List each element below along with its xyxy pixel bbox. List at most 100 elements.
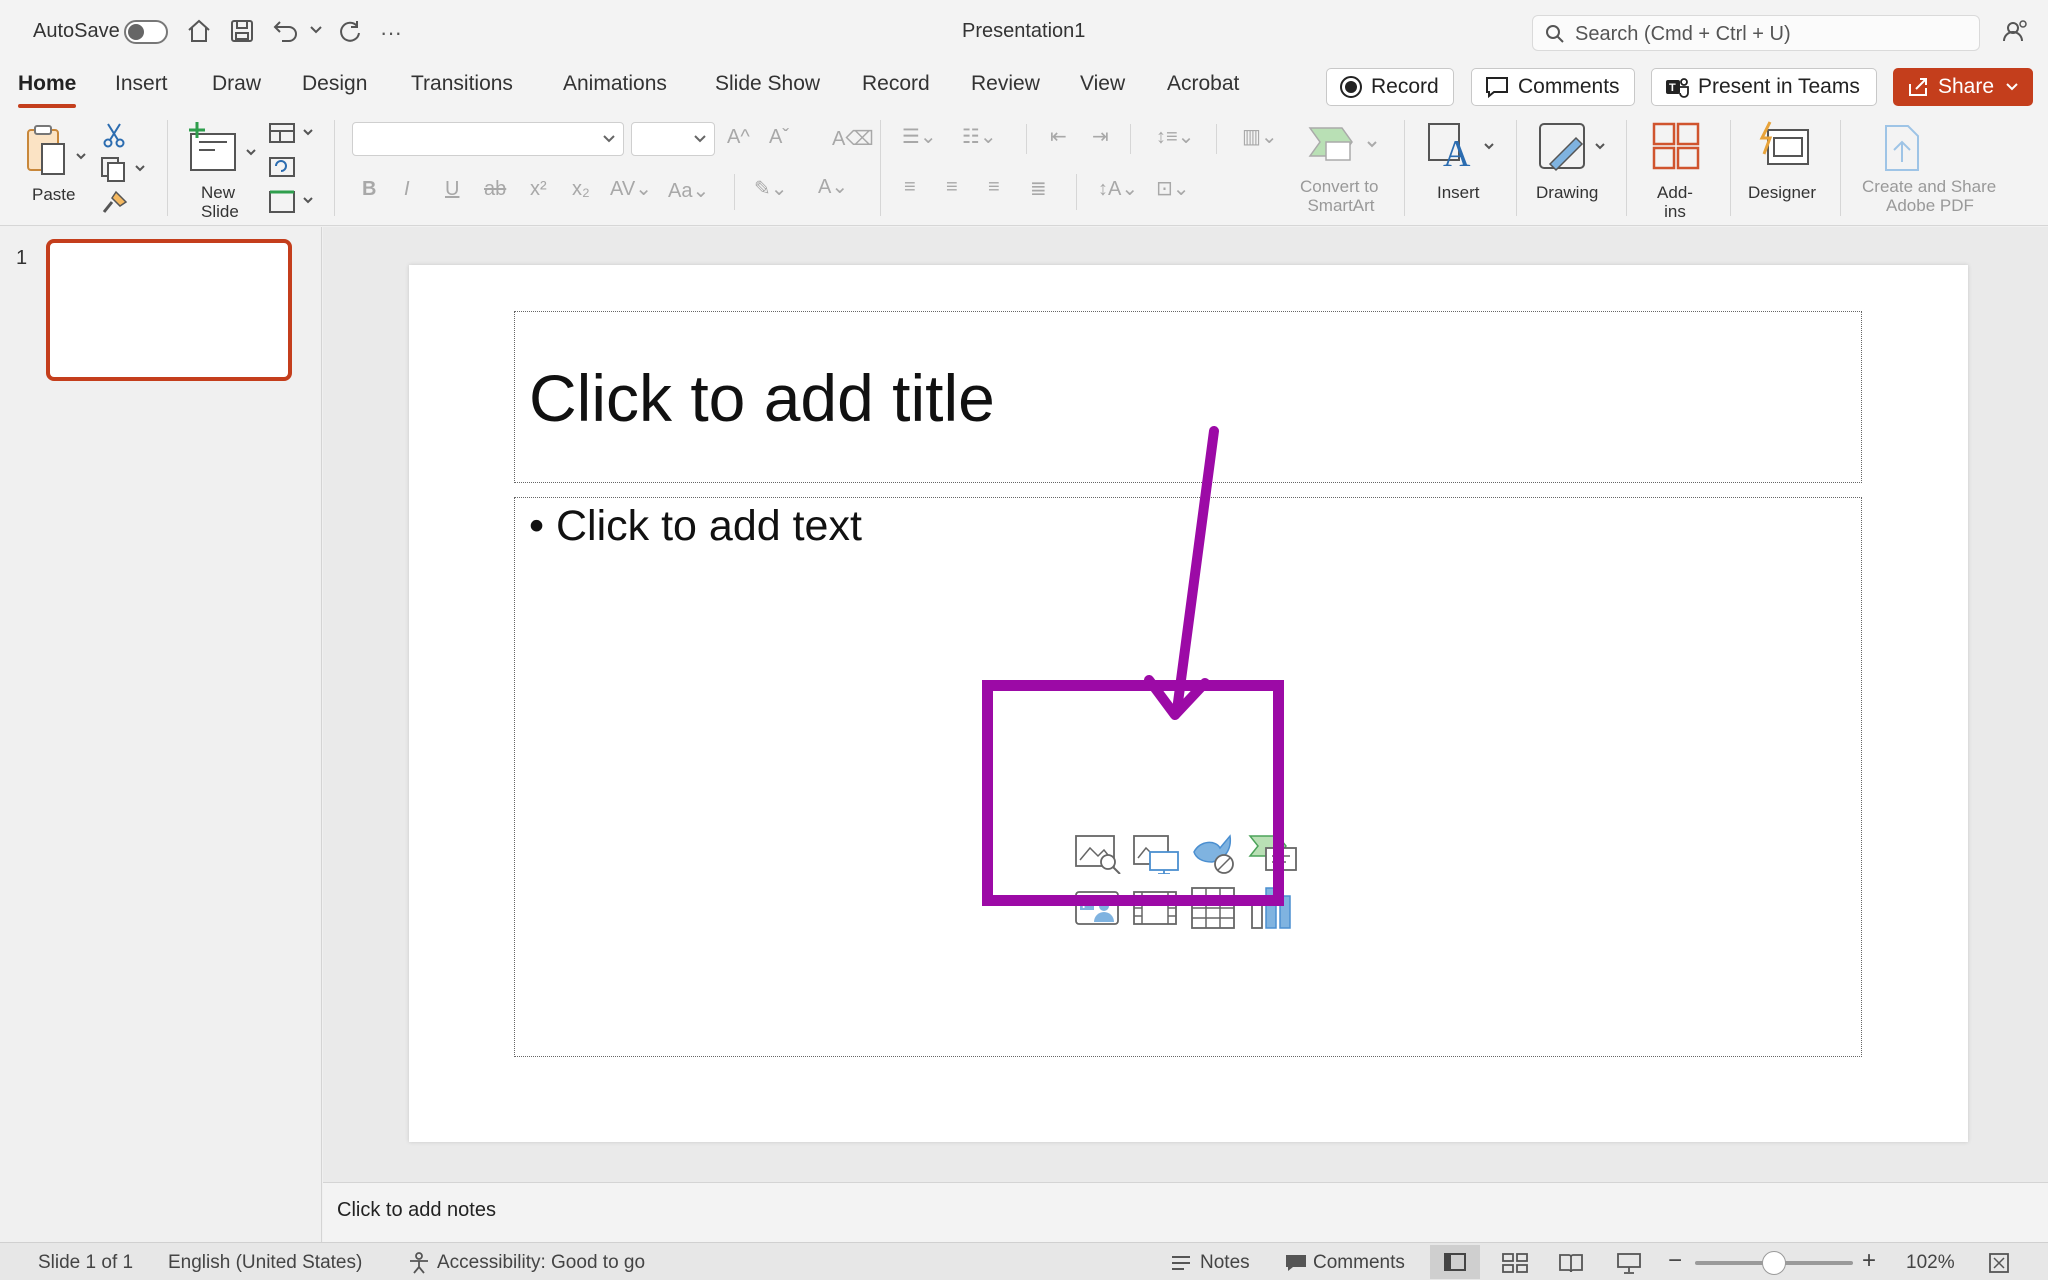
- undo-icon[interactable]: [272, 18, 300, 44]
- convert-to-smartart-button[interactable]: [1306, 124, 1380, 164]
- share-button[interactable]: Share: [1893, 68, 2033, 106]
- tab-animations[interactable]: Animations: [563, 72, 667, 96]
- zoom-level[interactable]: 102%: [1906, 1252, 1955, 1274]
- teams-icon: T: [1666, 78, 1689, 98]
- insert-button[interactable]: A Insert: [1425, 120, 1497, 202]
- fit-to-window-icon[interactable]: [1988, 1252, 2010, 1274]
- new-slide-icon: [189, 122, 256, 171]
- font-size-chevron-icon: [694, 135, 706, 143]
- tab-acrobat[interactable]: Acrobat: [1167, 72, 1239, 96]
- smartart-icon: [1308, 127, 1377, 161]
- autosave-toggle[interactable]: [124, 20, 168, 44]
- designer-button[interactable]: Designer: [1748, 120, 1816, 202]
- underline-icon[interactable]: U: [445, 178, 459, 201]
- notes-placeholder: Click to add notes: [337, 1199, 496, 1221]
- tab-view[interactable]: View: [1080, 72, 1125, 96]
- language-status[interactable]: English (United States): [168, 1252, 362, 1274]
- title-placeholder-text: Click to add title: [529, 361, 995, 435]
- insert-label: Insert: [1437, 183, 1480, 202]
- new-slide-label-line-2: Slide: [201, 202, 239, 221]
- more-options-icon[interactable]: ···: [380, 20, 402, 46]
- normal-view-button[interactable]: [1430, 1245, 1480, 1279]
- add-ins-button[interactable]: Add-ins: [1650, 120, 1702, 221]
- line-spacing-icon[interactable]: ↕≡⌄: [1156, 124, 1194, 149]
- layout-icon[interactable]: [268, 122, 318, 144]
- comments-button[interactable]: Comments: [1471, 68, 1635, 106]
- columns-icon[interactable]: ▥⌄: [1242, 124, 1278, 149]
- increase-font-size-icon[interactable]: A^: [727, 126, 750, 149]
- decrease-font-size-icon[interactable]: Aˇ: [769, 126, 789, 149]
- zoom-slider-handle[interactable]: [1762, 1251, 1786, 1275]
- create-share-adobe-pdf-button[interactable]: [1878, 122, 1928, 174]
- designer-label: Designer: [1748, 183, 1817, 202]
- decrease-indent-icon[interactable]: ⇤: [1050, 124, 1067, 149]
- align-center-icon[interactable]: ≡: [946, 176, 958, 199]
- share-button-label: Share: [1938, 75, 1995, 98]
- increase-indent-icon[interactable]: ⇥: [1092, 124, 1109, 149]
- reading-view-icon[interactable]: [1558, 1253, 1584, 1273]
- tab-slide-show[interactable]: Slide Show: [715, 72, 820, 96]
- accessibility-status[interactable]: Accessibility: Good to go: [437, 1252, 645, 1274]
- notes-pane[interactable]: Click to add notes: [323, 1182, 2048, 1242]
- slide-sorter-view-icon[interactable]: [1502, 1253, 1528, 1273]
- present-in-teams-label: Present in Teams: [1698, 75, 1860, 98]
- redo-icon[interactable]: [337, 18, 363, 44]
- italic-icon[interactable]: I: [404, 178, 410, 201]
- notes-toggle-button[interactable]: Notes: [1200, 1252, 1250, 1274]
- record-button[interactable]: Record: [1326, 68, 1454, 106]
- record-icon: [1340, 76, 1362, 98]
- comments-toggle-button[interactable]: Comments: [1313, 1252, 1405, 1274]
- new-slide-button[interactable]: New Slide: [187, 120, 259, 221]
- subscript-icon[interactable]: x₂: [572, 178, 590, 201]
- tab-transitions[interactable]: Transitions: [411, 72, 513, 96]
- share-chevron-icon: [2006, 83, 2018, 91]
- search-box[interactable]: Search (Cmd + Ctrl + U): [1532, 15, 1980, 51]
- justify-icon[interactable]: ≣: [1030, 176, 1047, 201]
- tab-draw[interactable]: Draw: [212, 72, 261, 96]
- present-in-teams-button[interactable]: T Present in Teams: [1651, 68, 1877, 106]
- home-icon[interactable]: [186, 18, 212, 44]
- character-spacing-icon[interactable]: AV⌄: [610, 176, 652, 201]
- drawing-button[interactable]: Drawing: [1536, 120, 1608, 202]
- paste-button[interactable]: Paste: [22, 122, 86, 204]
- search-placeholder: Search (Cmd + Ctrl + U): [1575, 23, 1791, 45]
- tab-home[interactable]: Home: [18, 72, 77, 108]
- annotation-arrow-icon: [1144, 426, 1219, 720]
- tab-insert[interactable]: Insert: [115, 72, 168, 96]
- add-ins-icon: [1652, 122, 1700, 170]
- section-icon[interactable]: [268, 188, 318, 214]
- save-icon[interactable]: [229, 18, 255, 44]
- slide-canvas: Click to add title • Click to add text P: [409, 265, 1968, 1142]
- align-right-icon[interactable]: ≡: [988, 176, 1000, 199]
- font-name-select[interactable]: [352, 122, 624, 156]
- bold-icon[interactable]: B: [362, 178, 376, 201]
- new-slide-label-line-1: New: [201, 183, 236, 202]
- change-case-icon[interactable]: Aa⌄: [668, 178, 709, 203]
- reset-slide-icon[interactable]: [268, 154, 296, 178]
- highlight-icon[interactable]: ✎⌄: [754, 176, 788, 201]
- format-painter-icon[interactable]: [102, 190, 128, 216]
- slide-number: 1: [16, 247, 28, 269]
- slide-thumbnail[interactable]: [46, 239, 292, 381]
- zoom-out-button[interactable]: −: [1668, 1247, 1682, 1275]
- zoom-in-button[interactable]: +: [1862, 1247, 1876, 1275]
- text-direction-icon[interactable]: ↕A⌄: [1098, 176, 1138, 201]
- tab-design[interactable]: Design: [302, 72, 367, 96]
- align-text-icon[interactable]: ⊡⌄: [1156, 176, 1190, 201]
- strikethrough-icon[interactable]: ab: [484, 178, 506, 201]
- slide-show-view-icon[interactable]: [1616, 1252, 1642, 1274]
- clear-formatting-icon[interactable]: A⌫: [832, 126, 874, 151]
- copy-icon[interactable]: [100, 156, 148, 182]
- superscript-icon[interactable]: x²: [530, 178, 547, 201]
- cut-icon[interactable]: [102, 122, 126, 148]
- align-left-icon[interactable]: ≡: [904, 176, 916, 199]
- numbering-icon[interactable]: ☷⌄: [962, 124, 997, 149]
- bullets-icon[interactable]: ☰⌄: [902, 124, 937, 149]
- font-size-select[interactable]: [631, 122, 715, 156]
- undo-dropdown-chevron-icon[interactable]: [310, 26, 322, 34]
- account-icon[interactable]: [2002, 18, 2030, 44]
- tab-review[interactable]: Review: [971, 72, 1040, 96]
- font-color-icon[interactable]: A⌄: [818, 174, 848, 199]
- convert-smartart-label-line-1: Convert to: [1300, 177, 1379, 196]
- tab-record[interactable]: Record: [862, 72, 930, 96]
